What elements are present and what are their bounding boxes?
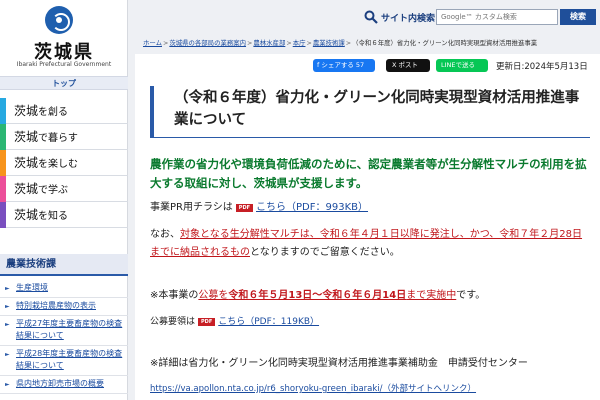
lead-text: 農作業の省力化や環境負荷低減のために、認定農業者等が生分解性マルチの利用を拡大す… bbox=[150, 157, 587, 190]
external-site-link[interactable]: https://va.apollon.nta.co.jp/r6_shoryoku… bbox=[150, 382, 476, 394]
menu-item-live[interactable]: 茨城で暮らす bbox=[0, 123, 128, 150]
guide-paragraph: 公募要領は PDF こちら（PDF：119KB） bbox=[150, 317, 320, 327]
prefecture-name-english: Ibaraki Prefectural Government bbox=[16, 61, 112, 68]
breadcrumb: ホーム>茨城県の各部局の業務案内>農林水産部>本庁>農業技術課>（令和６年度）省… bbox=[143, 39, 538, 47]
section-sub-list: 生産環境 特別栽培農産物の表示 平成27年度主要畜産物の検査結果について 平成2… bbox=[0, 280, 128, 394]
page-root: 茨城県 Ibaraki Prefectural Government トップ 茨… bbox=[0, 0, 600, 400]
menu-item-enjoy[interactable]: 茨城を楽しむ bbox=[0, 149, 128, 176]
pdf-icon: PDF bbox=[235, 204, 254, 212]
menu-item-label: 茨城を楽しむ bbox=[14, 156, 79, 170]
sidebar: 茨城県 Ibaraki Prefectural Government トップ 茨… bbox=[0, 0, 128, 400]
guide-pdf-link[interactable]: こちら（PDF：119KB） bbox=[218, 317, 319, 327]
flyer-paragraph: 事業PR用チラシは PDF こちら（PDF：993KB） bbox=[150, 202, 369, 213]
breadcrumb-link-agriculture[interactable]: 農林水産部 bbox=[253, 39, 285, 47]
sub-item[interactable]: 県内地方卸売市場の概要 bbox=[0, 376, 128, 394]
top-link[interactable]: トップ bbox=[0, 76, 128, 90]
line-send-button[interactable]: LINEで送る bbox=[436, 59, 488, 72]
breadcrumb-link-head-office[interactable]: 本庁 bbox=[293, 39, 306, 47]
breadcrumb-link-home[interactable]: ホーム bbox=[143, 39, 162, 47]
page-title: （令和６年度）省力化・グリーン化同時実現型資材活用推進事業について bbox=[150, 86, 590, 138]
breadcrumb-current: （令和６年度）省力化・グリーン化同時実現型資材活用推進事業 bbox=[352, 39, 538, 47]
prefecture-logo-icon[interactable] bbox=[45, 6, 73, 34]
sub-item[interactable]: 生産環境 bbox=[0, 280, 128, 298]
sub-item[interactable]: 平成27年度主要畜産物の検査結果について bbox=[0, 316, 128, 346]
period-paragraph: ※本事業の公募を令和６年５月13日～令和６年６月14日まで実施中です。 bbox=[150, 290, 486, 301]
search-button[interactable]: 検索 bbox=[560, 9, 596, 25]
menu-item-create[interactable]: 茨城を創る bbox=[0, 97, 128, 124]
main-menu: 茨城を創る 茨城で暮らす 茨城を楽しむ 茨城で学ぶ 茨城を知る bbox=[0, 97, 128, 228]
sub-item[interactable]: 特別栽培農産物の表示 bbox=[0, 298, 128, 316]
search-label: サイト内検索 bbox=[381, 14, 436, 24]
updated-date: 更新日:2024年5月13日 bbox=[496, 62, 588, 72]
flyer-pdf-link[interactable]: こちら（PDF：993KB） bbox=[256, 202, 368, 213]
pdf-icon: PDF bbox=[198, 318, 216, 326]
breadcrumb-link-division[interactable]: 農業技術課 bbox=[313, 39, 345, 47]
menu-item-label: 茨城で学ぶ bbox=[14, 182, 69, 196]
menu-item-label: 茨城を知る bbox=[14, 208, 69, 222]
breadcrumb-link-departments[interactable]: 茨城県の各部局の業務案内 bbox=[169, 39, 246, 47]
menu-item-label: 茨城で暮らす bbox=[14, 130, 78, 144]
section-title[interactable]: 農業技術課 bbox=[0, 254, 128, 276]
menu-item-learn[interactable]: 茨城で学ぶ bbox=[0, 175, 128, 202]
x-post-button[interactable]: X ポスト bbox=[386, 59, 430, 72]
menu-item-know[interactable]: 茨城を知る bbox=[0, 201, 128, 228]
detail-paragraph: ※詳細は省力化・グリーン化同時実現型資材活用推進事業補助金 申請受付センター bbox=[150, 358, 528, 369]
menu-item-label: 茨城を創る bbox=[14, 104, 69, 118]
search-input[interactable] bbox=[436, 9, 558, 25]
facebook-share-button[interactable]: f シェアする 57 bbox=[313, 59, 375, 72]
search-icon bbox=[364, 10, 378, 24]
sub-item[interactable]: 平成28年度主要畜産物の検査結果について bbox=[0, 346, 128, 376]
period-dates: 令和６年５月13日～令和６年６月14日 bbox=[228, 290, 407, 301]
note-paragraph: なお、対象となる生分解性マルチは、令和６年４月１日以降に発注し、かつ、令和７年２… bbox=[150, 229, 583, 258]
